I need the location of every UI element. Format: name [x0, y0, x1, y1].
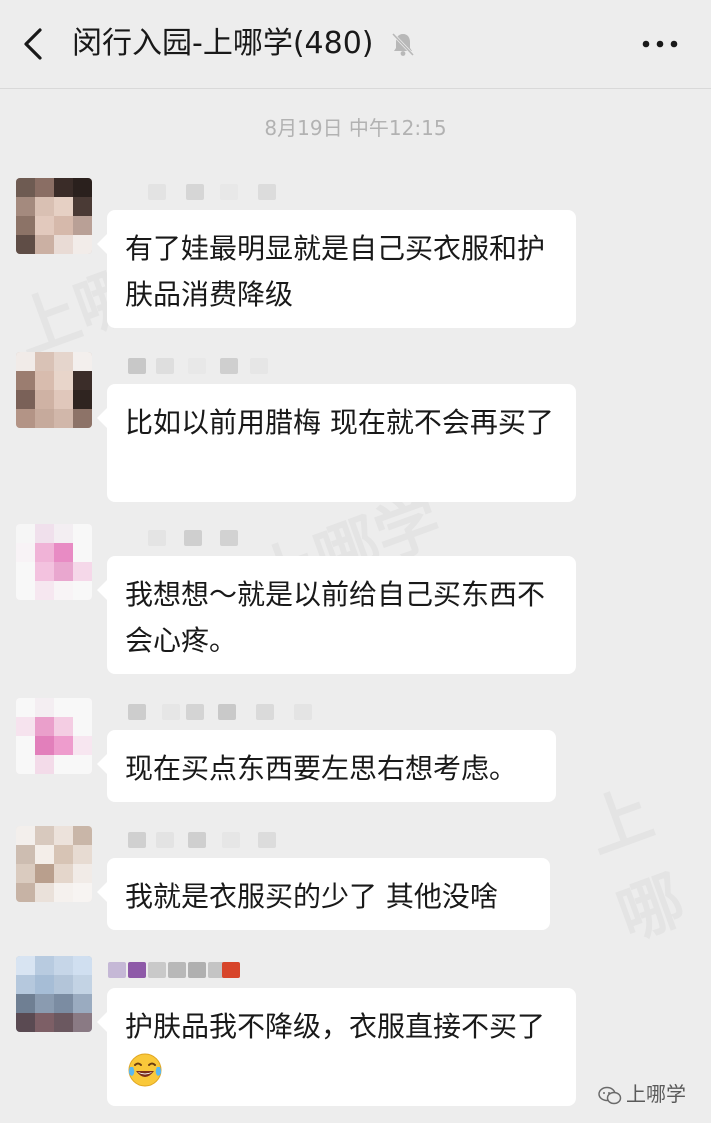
- message-bubble[interactable]: 我就是衣服买的少了 其他没啥: [97, 858, 550, 930]
- more-options-button[interactable]: [636, 30, 686, 58]
- chat-header: 闵行入园-上哪学(480): [0, 0, 711, 89]
- avatar[interactable]: [16, 698, 92, 774]
- avatar[interactable]: [16, 524, 92, 600]
- message-text: 护肤品我不降级，衣服直接不买了: [125, 1010, 546, 1043]
- message-timestamp: 8月19日 中午12:15: [264, 116, 447, 140]
- avatar[interactable]: [16, 826, 92, 902]
- watermark: 上哪: [572, 747, 711, 958]
- sender-name-blurred: [108, 960, 368, 982]
- sender-name-blurred: [108, 830, 368, 852]
- chat-title: 闵行入园-上哪学(480): [72, 26, 374, 61]
- brand-watermark: 上哪学: [598, 1078, 686, 1107]
- message-bubble[interactable]: 有了娃最明显就是自己买衣服和护肤品消费降级: [97, 210, 576, 328]
- avatar[interactable]: [16, 956, 92, 1032]
- sender-name-blurred: [108, 702, 368, 724]
- sender-name-blurred: [108, 182, 368, 204]
- wechat-icon: [598, 1086, 622, 1105]
- message-bubble[interactable]: 护肤品我不降级，衣服直接不买了: [97, 988, 576, 1106]
- message-bubble[interactable]: 现在买点东西要左思右想考虑。: [97, 730, 556, 802]
- avatar[interactable]: [16, 178, 92, 254]
- chevron-left-icon: [24, 28, 42, 60]
- sender-name-blurred: [108, 356, 368, 378]
- message-bubble[interactable]: 比如以前用腊梅 现在就不会再买了: [97, 384, 576, 502]
- ellipsis-icon: [642, 40, 678, 48]
- brand-label: 上哪学: [626, 1082, 686, 1106]
- sender-name-blurred: [108, 528, 368, 550]
- back-button[interactable]: [16, 22, 56, 66]
- avatar[interactable]: [16, 352, 92, 428]
- laughing-tears-emoji: [128, 1053, 162, 1087]
- message-bubble[interactable]: 我想想～就是以前给自己买东西不会心疼。: [97, 556, 576, 674]
- bell-muted-icon: [389, 30, 417, 58]
